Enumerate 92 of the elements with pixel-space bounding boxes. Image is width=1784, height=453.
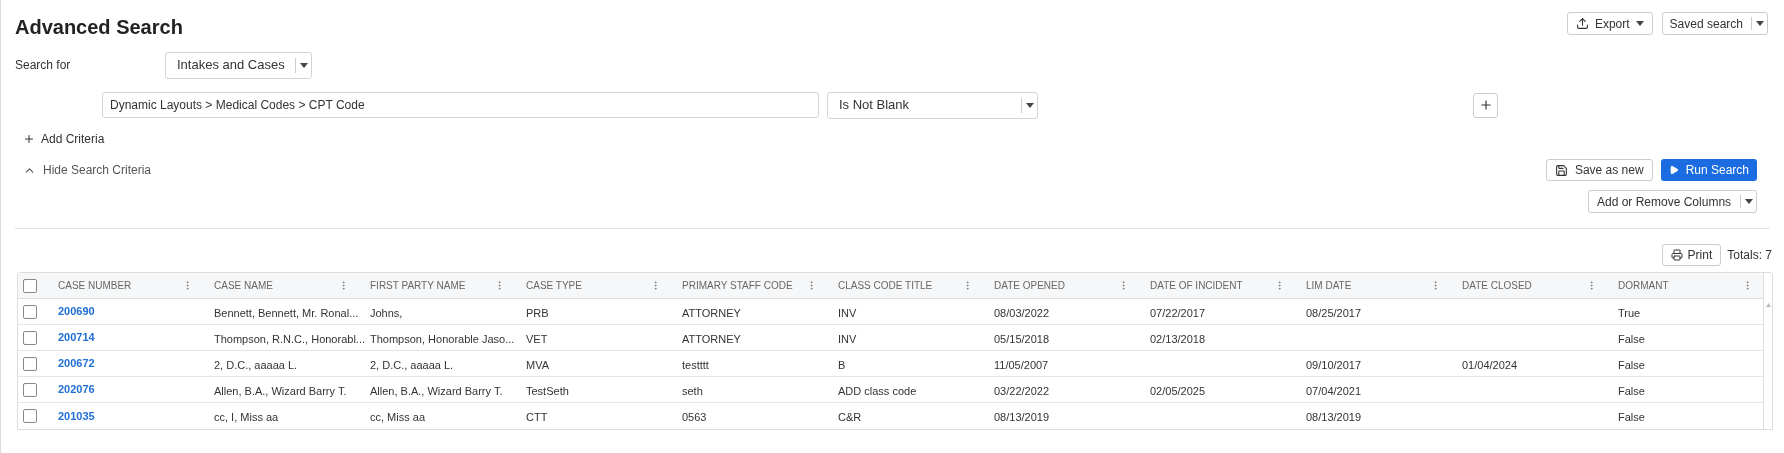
- columns-dropdown[interactable]: Add or Remove Columns: [1588, 190, 1757, 213]
- table-cell: cc, I, Miss aa: [214, 411, 279, 423]
- column-header[interactable]: DATE OPENED: [994, 278, 1065, 293]
- caret-icon: [299, 62, 308, 68]
- case-number-link[interactable]: 200714: [47, 329, 203, 346]
- table-cell: INV: [838, 332, 857, 345]
- column-header[interactable]: FIRST PARTY NAME: [370, 278, 466, 293]
- row-checkbox[interactable]: [23, 330, 37, 345]
- caret-icon: [1025, 102, 1034, 108]
- page-title: Advanced Search: [15, 15, 183, 40]
- table-cell: INV: [838, 306, 857, 319]
- column-header[interactable]: PRIMARY STAFF CODE: [682, 278, 793, 293]
- table-cell: PRB: [526, 306, 549, 319]
- operator-dropdown[interactable]: Is Not Blank: [827, 91, 1038, 119]
- table-cell: 02/05/2025: [1150, 384, 1206, 397]
- table-cell: testttt: [682, 358, 709, 371]
- plus-icon: [1478, 98, 1493, 112]
- column-header[interactable]: CASE TYPE: [526, 278, 582, 293]
- table-cell: 0563: [682, 411, 707, 423]
- table-cell: 07/22/2017: [1150, 306, 1206, 319]
- totals-count: Totals: 7: [1727, 246, 1772, 264]
- row-checkbox[interactable]: [23, 409, 37, 423]
- table-cell: 08/13/2019: [994, 411, 1050, 423]
- column-header[interactable]: DORMANT: [1618, 278, 1669, 293]
- column-header[interactable]: LIM DATE: [1306, 278, 1352, 293]
- table-cell: VET: [526, 332, 548, 345]
- table-cell: B: [838, 358, 846, 371]
- table-cell: 08/03/2022: [994, 306, 1050, 319]
- table-cell: TestSeth: [526, 384, 569, 397]
- table-cell: Thompson, Honorable Jaso...: [370, 332, 515, 345]
- search-for-dropdown[interactable]: Intakes and Cases: [165, 51, 312, 79]
- saved-search-dropdown[interactable]: Saved search: [1661, 12, 1768, 35]
- caret-icon: [1635, 21, 1644, 26]
- hide-criteria-link[interactable]: Hide Search Criteria: [23, 161, 152, 179]
- upload-icon: [1575, 17, 1589, 30]
- save-as-new-button[interactable]: Save as new: [1545, 159, 1653, 181]
- criteria-field[interactable]: Dynamic Layouts > Medical Codes > CPT Code: [102, 92, 819, 118]
- caret-icon: [1755, 21, 1764, 26]
- case-number-link[interactable]: 202076: [47, 381, 203, 398]
- run-search-button[interactable]: Run Search: [1660, 159, 1757, 181]
- table-cell: Thompson, R.N.C., Honorabl...: [214, 332, 365, 345]
- table-cell: 2, D.C., aaaaa L.: [370, 358, 454, 371]
- table-cell: Allen, B.A., Wizard Barry T.: [214, 384, 347, 397]
- case-number-link[interactable]: 200672: [47, 355, 203, 372]
- print-button[interactable]: Print: [1661, 243, 1722, 266]
- table-cell: ATTORNEY: [682, 306, 741, 319]
- table-cell: False: [1618, 358, 1645, 371]
- table-cell: Allen, B.A., Wizard Barry T.: [370, 384, 503, 397]
- table-cell: 02/13/2018: [1150, 332, 1206, 345]
- scroll-up-icon[interactable]: [1765, 303, 1771, 307]
- table-cell: ATTORNEY: [682, 332, 741, 345]
- table-cell: 2, D.C., aaaaa L.: [214, 358, 298, 371]
- table-cell: ADD class code: [838, 384, 917, 397]
- table-cell: True: [1618, 306, 1641, 319]
- row-checkbox[interactable]: [23, 356, 37, 371]
- row-checkbox[interactable]: [23, 304, 37, 319]
- table-cell: 07/04/2021: [1306, 384, 1362, 397]
- export-button[interactable]: Export: [1566, 12, 1653, 35]
- column-header[interactable]: CLASS CODE TITLE: [838, 278, 933, 293]
- add-criteria-link[interactable]: Add Criteria: [23, 130, 105, 148]
- column-header[interactable]: CASE NAME: [214, 278, 273, 293]
- table-cell: 03/22/2022: [994, 384, 1050, 397]
- table-cell: cc, Miss aa: [370, 411, 425, 423]
- row-checkbox[interactable]: [23, 278, 37, 293]
- table-cell: Johns,: [370, 306, 403, 319]
- column-header[interactable]: DATE OF INCIDENT: [1150, 278, 1243, 293]
- table-cell: 08/25/2017: [1306, 306, 1362, 319]
- table-cell: 05/15/2018: [994, 332, 1050, 345]
- play-icon: [1668, 165, 1679, 175]
- row-checkbox[interactable]: [23, 382, 37, 397]
- table-cell: C&R: [838, 411, 862, 423]
- scrollbar[interactable]: [1763, 273, 1772, 429]
- table-cell: False: [1618, 384, 1645, 397]
- printer-icon: [1670, 248, 1683, 261]
- add-row-button[interactable]: [1473, 92, 1498, 118]
- column-header[interactable]: CASE NUMBER: [58, 278, 132, 293]
- column-header[interactable]: DATE CLOSED: [1462, 278, 1532, 293]
- table-cell: 08/13/2019: [1306, 411, 1362, 423]
- case-number-link[interactable]: 200690: [47, 303, 203, 320]
- table-cell: False: [1618, 411, 1645, 423]
- case-number-link[interactable]: 201035: [47, 407, 203, 425]
- table-cell: 09/10/2017: [1306, 358, 1362, 371]
- plus-icon: [23, 133, 35, 145]
- table-cell: CTT: [526, 411, 548, 423]
- caret-icon: [1744, 199, 1753, 204]
- search-for-label: Search for: [15, 57, 72, 74]
- table-cell: Bennett, Bennett, Mr. Ronal...: [214, 306, 359, 319]
- table-cell: 01/04/2024: [1462, 358, 1518, 371]
- table-cell: seth: [682, 384, 703, 397]
- table-cell: 11/05/2007: [994, 358, 1049, 371]
- table-cell: False: [1618, 332, 1645, 345]
- table-cell: MVA: [526, 358, 550, 371]
